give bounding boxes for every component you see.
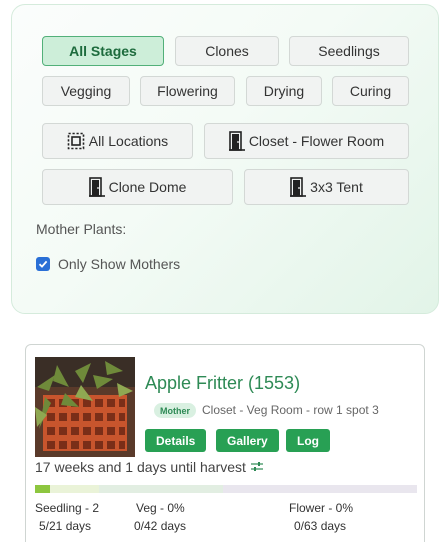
filter-vegging-label: Vegging — [60, 83, 112, 99]
stage-flower-days: 0/63 days — [294, 519, 347, 533]
filter-all-stages-button[interactable]: All Stages — [42, 36, 164, 66]
only-mothers-label: Only Show Mothers — [58, 256, 181, 272]
plant-location: Closet - Veg Room - row 1 spot 3 — [202, 403, 379, 417]
dotted-square-icon — [67, 132, 85, 150]
filter-closet-label: Closet - Flower Room — [248, 133, 385, 149]
progress-fill — [35, 485, 51, 493]
details-button[interactable]: Details — [145, 429, 207, 452]
stage-progress-bar — [35, 485, 417, 493]
stage-veg-days: 0/42 days — [134, 519, 187, 533]
filter-flowering-label: Flowering — [157, 83, 218, 99]
veg-segment — [99, 485, 223, 493]
harvest-text: 17 weeks and 1 days until harvest — [35, 459, 246, 475]
door-icon — [228, 131, 245, 151]
filter-all-locations-label: All Locations — [88, 133, 169, 149]
filter-closet-button[interactable]: Closet - Flower Room — [204, 123, 409, 159]
log-button[interactable]: Log — [286, 429, 330, 452]
filter-all-locations-button[interactable]: All Locations — [42, 123, 193, 159]
gallery-button[interactable]: Gallery — [216, 429, 279, 452]
filter-seedlings-button[interactable]: Seedlings — [289, 36, 409, 66]
door-icon — [88, 177, 105, 197]
harvest-countdown: 17 weeks and 1 days until harvest — [35, 459, 263, 475]
filter-clone-dome-button[interactable]: Clone Dome — [42, 169, 233, 205]
only-mothers-checkbox[interactable] — [36, 257, 50, 271]
filter-tent-button[interactable]: 3x3 Tent — [244, 169, 409, 205]
filter-vegging-button[interactable]: Vegging — [42, 76, 130, 106]
mother-plants-label: Mother Plants: — [36, 221, 127, 237]
filter-curing-label: Curing — [349, 83, 392, 99]
stage-seedling-days: 5/21 days — [39, 519, 92, 533]
checkmark-icon — [38, 260, 48, 268]
plant-card: Apple Fritter (1553) Mother Closet - Veg… — [25, 344, 425, 542]
mother-badge: Mother — [154, 403, 196, 418]
plant-name-link[interactable]: Apple Fritter (1553) — [145, 373, 300, 394]
sliders-icon[interactable] — [250, 462, 263, 472]
stage-flower-label: Flower - 0% — [289, 501, 354, 515]
stage-veg-label: Veg - 0% — [136, 501, 185, 515]
filter-tent-label: 3x3 Tent — [310, 179, 363, 195]
filter-clone-dome-label: Clone Dome — [108, 179, 187, 195]
stage-seedling-label: Seedling - 2 — [35, 501, 100, 515]
filter-clones-button[interactable]: Clones — [175, 36, 279, 66]
filter-flowering-button[interactable]: Flowering — [140, 76, 235, 106]
plant-photo — [35, 357, 135, 457]
filter-seedlings-label: Seedlings — [318, 43, 380, 59]
filter-all-stages-label: All Stages — [69, 43, 137, 59]
door-icon — [290, 177, 307, 197]
filter-clones-label: Clones — [205, 43, 249, 59]
filter-drying-button[interactable]: Drying — [246, 76, 322, 106]
flower-segment — [223, 485, 417, 493]
filter-drying-label: Drying — [263, 83, 305, 99]
only-mothers-toggle[interactable]: Only Show Mothers — [36, 256, 180, 272]
filter-curing-button[interactable]: Curing — [332, 76, 409, 106]
